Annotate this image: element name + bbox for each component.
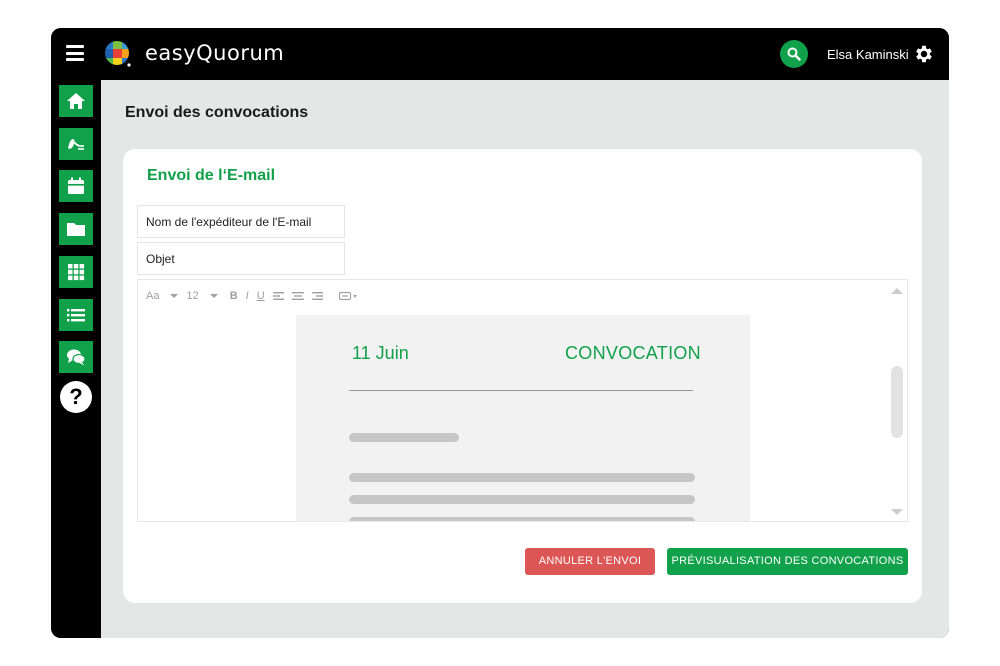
text-placeholder-line xyxy=(349,433,459,442)
document-divider xyxy=(349,390,693,391)
align-center-icon[interactable] xyxy=(291,291,304,301)
scroll-down-icon[interactable] xyxy=(891,509,903,515)
bold-button[interactable]: B xyxy=(230,290,238,302)
sidebar-item-list[interactable] xyxy=(59,299,93,331)
help-button[interactable]: ? xyxy=(60,381,92,413)
home-icon xyxy=(67,93,85,109)
page-title: Envoi des convocations xyxy=(125,104,309,121)
calendar-icon xyxy=(68,177,84,194)
cancel-send-button[interactable]: ANNULER L'ENVOI xyxy=(525,548,655,575)
subject-field[interactable]: Objet xyxy=(137,242,345,275)
align-left-icon[interactable] xyxy=(272,291,285,301)
gear-icon[interactable] xyxy=(913,43,935,65)
chevron-down-icon xyxy=(209,294,218,299)
app-title: easyQuorum xyxy=(145,41,285,65)
list-icon xyxy=(67,309,85,322)
document-heading: CONVOCATION xyxy=(565,343,701,363)
app-window: easyQuorum Elsa Kaminski ? Envoi des con… xyxy=(51,28,949,638)
sidebar: ? xyxy=(51,80,101,638)
search-icon xyxy=(787,47,801,61)
folder-icon xyxy=(67,223,85,236)
preview-convocations-button[interactable]: PRÉVISUALISATION DES CONVOCATIONS xyxy=(667,548,908,575)
hamburger-menu-icon[interactable] xyxy=(66,45,84,61)
font-size-label: 12 xyxy=(186,290,199,302)
rich-text-editor[interactable]: Aa 12 B I U 11 Juin CONVOCATION xyxy=(137,279,908,522)
chat-icon xyxy=(67,349,86,366)
user-name[interactable]: Elsa Kaminski xyxy=(827,47,909,62)
sender-name-field[interactable]: Nom de l'expéditeur de l'E-mail xyxy=(137,205,345,238)
sidebar-item-apps[interactable] xyxy=(59,256,93,288)
underline-button[interactable]: U xyxy=(257,290,265,302)
link-icon[interactable] xyxy=(338,291,359,301)
convocation-preview: 11 Juin CONVOCATION xyxy=(296,315,750,521)
sidebar-item-chat[interactable] xyxy=(59,341,93,373)
main-content: Envoi des convocations Envoi de l‘E-mail… xyxy=(101,80,949,638)
sidebar-item-documents[interactable] xyxy=(59,213,93,245)
italic-button[interactable]: I xyxy=(246,290,249,302)
easyquorum-logo-icon xyxy=(105,41,131,67)
text-placeholder-line xyxy=(349,495,695,504)
email-section-title: Envoi de l‘E-mail xyxy=(147,167,276,184)
sidebar-item-home[interactable] xyxy=(59,85,93,117)
text-placeholder-line xyxy=(349,473,695,482)
document-date: 11 Juin xyxy=(352,343,409,363)
scroll-thumb[interactable] xyxy=(891,366,903,438)
font-family-label: Aa xyxy=(146,290,160,302)
font-size-dropdown[interactable]: 12 xyxy=(186,290,218,302)
align-right-icon[interactable] xyxy=(311,291,323,301)
sidebar-item-signature[interactable] xyxy=(59,128,93,160)
editor-scrollbar[interactable] xyxy=(886,280,907,521)
font-family-dropdown[interactable]: Aa xyxy=(146,290,179,302)
top-bar: easyQuorum Elsa Kaminski xyxy=(51,28,949,80)
chevron-down-icon xyxy=(170,294,179,299)
editor-toolbar: Aa 12 B I U xyxy=(146,288,359,304)
grid-icon xyxy=(68,264,85,281)
signature-icon xyxy=(68,139,84,150)
email-card: Envoi de l‘E-mail Nom de l'expéditeur de… xyxy=(123,149,922,603)
scroll-up-icon[interactable] xyxy=(891,288,903,294)
search-button[interactable] xyxy=(780,40,808,68)
sidebar-item-calendar[interactable] xyxy=(59,170,93,202)
text-placeholder-line xyxy=(349,517,695,521)
